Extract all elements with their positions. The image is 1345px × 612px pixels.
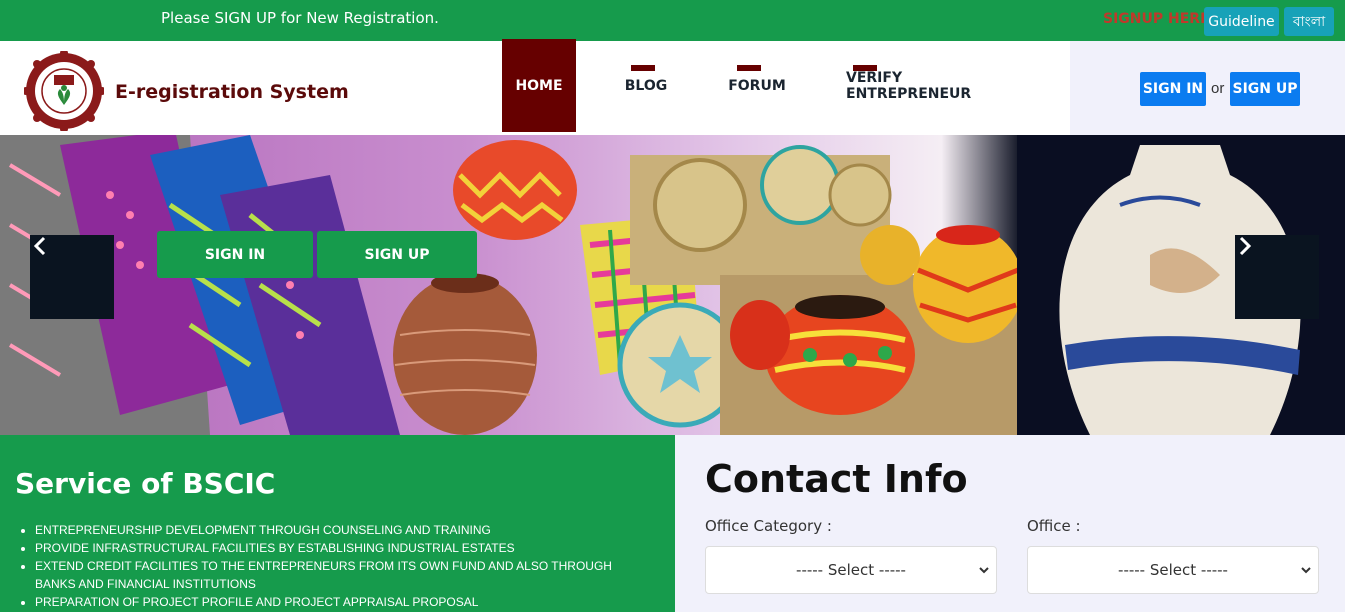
nav-marker bbox=[631, 65, 655, 71]
carousel-next-button[interactable] bbox=[1235, 235, 1319, 319]
registration-notice: Please SIGN UP for New Registration. bbox=[161, 9, 439, 27]
hero-sign-in-button[interactable]: SIGN IN bbox=[157, 231, 313, 278]
nav-blog-label: BLOG bbox=[624, 77, 668, 94]
service-section: Service of BSCIC ENTREPRENEURSHIP DEVELO… bbox=[0, 435, 675, 612]
guideline-button[interactable]: Guideline bbox=[1204, 7, 1279, 36]
bangla-language-button[interactable]: বাংলা bbox=[1284, 7, 1334, 36]
nav-home[interactable]: HOME bbox=[502, 39, 576, 132]
hero-sign-up-button[interactable]: SIGN UP bbox=[317, 231, 477, 278]
chevron-down-icon bbox=[979, 567, 989, 574]
list-item: EXTEND CREDIT FACILITIES TO THE ENTREPRE… bbox=[35, 557, 655, 593]
office-category-select[interactable]: ----- Select ----- bbox=[705, 546, 997, 594]
list-item: ENTREPRENEURSHIP DEVELOPMENT THROUGH COU… bbox=[35, 521, 655, 539]
chevron-down-icon bbox=[1301, 567, 1311, 574]
list-item: PROVIDE INFRASTRUCTURAL FACILITIES BY ES… bbox=[35, 539, 655, 557]
contact-section: Contact Info Office Category : Office : … bbox=[675, 435, 1345, 612]
auth-panel: SIGN IN or SIGN UP bbox=[1070, 41, 1345, 135]
or-text: or bbox=[1211, 80, 1225, 97]
chevron-right-icon bbox=[1239, 236, 1252, 256]
carousel-prev-button[interactable] bbox=[30, 235, 114, 319]
header-sign-in-button[interactable]: SIGN IN bbox=[1140, 72, 1206, 106]
main-header: E-registration System HOME BLOG FORUM VE… bbox=[0, 39, 1345, 135]
contact-title: Contact Info bbox=[705, 457, 968, 501]
header-sign-up-button[interactable]: SIGN UP bbox=[1230, 72, 1300, 106]
nav-verify-label: VERIFY ENTREPRENEUR bbox=[846, 69, 972, 102]
handicraft-banner-image bbox=[0, 135, 1345, 435]
nav-blog[interactable]: BLOG bbox=[617, 39, 675, 132]
nav-verify-entrepreneur[interactable]: VERIFY ENTREPRENEUR bbox=[846, 39, 994, 132]
nav-home-label: HOME bbox=[515, 77, 563, 94]
office-category-value: ----- Select ----- bbox=[796, 561, 906, 579]
chevron-left-icon bbox=[33, 236, 46, 256]
service-title: Service of BSCIC bbox=[15, 467, 276, 500]
brand-title: E-registration System bbox=[115, 81, 349, 103]
list-item: PREPARATION OF PROJECT PROFILE AND PROJE… bbox=[35, 593, 655, 611]
service-list: ENTREPRENEURSHIP DEVELOPMENT THROUGH COU… bbox=[35, 521, 655, 611]
top-bar: Please SIGN UP for New Registration. SIG… bbox=[0, 0, 1345, 41]
office-value: ----- Select ----- bbox=[1118, 561, 1228, 579]
office-category-label: Office Category : bbox=[705, 517, 832, 535]
office-select[interactable]: ----- Select ----- bbox=[1027, 546, 1319, 594]
office-label: Office : bbox=[1027, 517, 1081, 535]
nav-forum[interactable]: FORUM bbox=[725, 39, 789, 132]
nav-marker bbox=[853, 65, 877, 71]
nav-forum-label: FORUM bbox=[728, 77, 786, 94]
bscic-logo-icon[interactable] bbox=[22, 49, 106, 133]
signup-here-link[interactable]: SIGNUP HERE bbox=[1103, 11, 1210, 27]
nav-marker bbox=[737, 65, 761, 71]
hero-carousel: SIGN IN SIGN UP bbox=[0, 135, 1345, 435]
